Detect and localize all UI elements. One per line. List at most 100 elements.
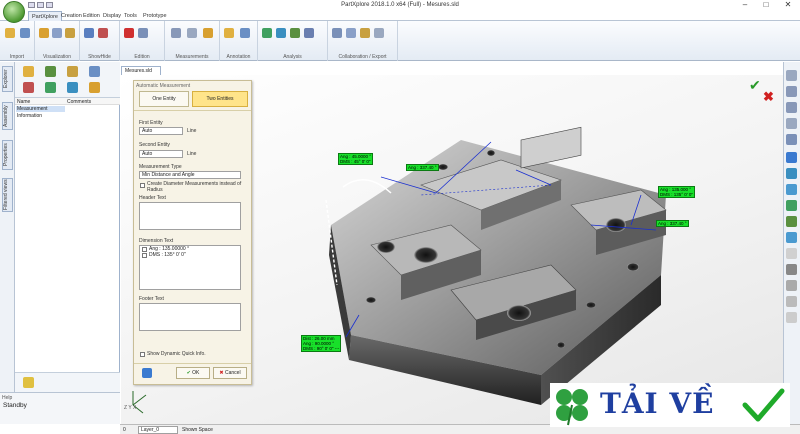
ribbon-group-label: ShowHide: [88, 54, 111, 60]
import-icon[interactable]: [20, 28, 30, 38]
save-icon[interactable]: [28, 2, 35, 8]
open-icon[interactable]: [5, 28, 15, 38]
annotation-angle-2[interactable]: Ang : 337.40 °: [406, 164, 439, 171]
ribbon-group-label: Edition: [134, 54, 150, 60]
filter-icon[interactable]: [67, 82, 78, 93]
volume-icon[interactable]: [290, 28, 300, 38]
first-entity-select[interactable]: Auto: [139, 127, 183, 135]
pan-icon[interactable]: [786, 134, 797, 145]
dimension-text-area[interactable]: Ang : 135.00000 ° DMS : 135° 0' 0": [139, 245, 241, 290]
share-icon[interactable]: [346, 28, 356, 38]
document-tab[interactable]: Mesures.sld: [121, 66, 161, 75]
note-icon[interactable]: [224, 28, 234, 38]
one-entity-button[interactable]: One Entity: [139, 91, 189, 107]
list-item-measurement[interactable]: Measurement: [16, 106, 65, 112]
help-label: Help: [2, 395, 13, 401]
minimize-button[interactable]: –: [735, 0, 755, 11]
view-right-icon[interactable]: [786, 184, 797, 195]
cancel-label: Cancel: [225, 370, 241, 376]
diameter-checkbox[interactable]: [140, 183, 145, 188]
color-icon[interactable]: [23, 82, 34, 93]
label-icon[interactable]: [240, 28, 250, 38]
view-left-icon[interactable]: [786, 216, 797, 227]
show-info-checkbox[interactable]: [140, 352, 145, 357]
analysis-icon[interactable]: [262, 28, 272, 38]
print-icon[interactable]: [360, 28, 370, 38]
view-top-icon[interactable]: [786, 168, 797, 179]
shaded-icon[interactable]: [786, 264, 797, 275]
bottom-tool-icon[interactable]: [23, 377, 34, 388]
view-icon[interactable]: [39, 28, 49, 38]
tab-assembly[interactable]: Assembly: [2, 102, 13, 130]
ribbon-group-label: Analysis: [283, 54, 302, 60]
ribbon-group-import: Import: [0, 21, 35, 61]
view-front-icon[interactable]: [786, 152, 797, 163]
annotation-line: DMS : 90° 0' 0" ---: [303, 346, 340, 351]
maximize-button[interactable]: □: [756, 0, 776, 11]
section-icon[interactable]: [65, 28, 75, 38]
show-icon[interactable]: [84, 28, 94, 38]
cancel-button[interactable]: ✖ Cancel: [213, 367, 247, 379]
sheet-icon[interactable]: [23, 66, 34, 77]
layer-select[interactable]: Layer_0: [138, 426, 178, 434]
layer-icon[interactable]: [45, 82, 56, 93]
compare-icon[interactable]: [276, 28, 286, 38]
zoom-fit-icon[interactable]: [786, 70, 797, 81]
ribbon-group-collaboration: Collaboration / Export: [328, 21, 398, 61]
header-text-area[interactable]: [139, 202, 241, 230]
zoom-in-icon[interactable]: [786, 86, 797, 97]
annotation-line: Ang : 337.40 °: [658, 221, 687, 226]
tab-filtered-views[interactable]: Filtered views: [2, 178, 13, 212]
help-icon[interactable]: [142, 368, 152, 378]
wireframe-icon[interactable]: [786, 248, 797, 259]
second-entity-select[interactable]: Auto: [139, 150, 183, 158]
render-icon[interactable]: [52, 28, 62, 38]
delete-icon[interactable]: [124, 28, 134, 38]
annotation-angle-1[interactable]: Ang : 45.0000 ° DMS : 45° 0' 0": [338, 153, 374, 165]
tab-tools[interactable]: Tools: [121, 11, 140, 21]
dimension-line-checkbox[interactable]: [142, 252, 147, 258]
hide-icon[interactable]: [98, 28, 108, 38]
view-iso-icon[interactable]: [786, 200, 797, 211]
reject-x-icon[interactable]: ✖: [763, 89, 774, 105]
footer-text-area[interactable]: [139, 303, 241, 331]
export-icon[interactable]: [332, 28, 342, 38]
distance-icon[interactable]: [187, 28, 197, 38]
tab-properties[interactable]: Properties: [2, 140, 13, 170]
tab-explorer[interactable]: Explorer: [2, 66, 13, 92]
measure-icon[interactable]: [171, 28, 181, 38]
accept-check-icon[interactable]: ✔: [749, 77, 761, 94]
redo-icon[interactable]: [46, 2, 53, 8]
ok-button[interactable]: ✔ OK: [176, 367, 210, 379]
draft-icon[interactable]: [304, 28, 314, 38]
zoom-out-icon[interactable]: [786, 102, 797, 113]
left-panel-bottom: [15, 372, 120, 392]
angle-icon[interactable]: [203, 28, 213, 38]
tab-prototype[interactable]: Prototype: [140, 11, 170, 21]
annotation-angle-4[interactable]: Ang : 337.40 °: [656, 220, 689, 227]
tab-partxplore[interactable]: PartXplore: [28, 11, 62, 21]
app-logo-button[interactable]: [3, 1, 25, 23]
two-entities-button[interactable]: Two Entities: [192, 91, 248, 107]
annotation-distance[interactable]: Dist : 26.00 mm Ang : 90.0000 ° DMS : 90…: [301, 335, 342, 352]
measurement-type-select[interactable]: Min Distance and Angle: [139, 171, 241, 179]
space-label: Shown Space: [182, 427, 213, 433]
dimension-line-checkbox[interactable]: [142, 246, 147, 252]
edit-icon[interactable]: [138, 28, 148, 38]
status-text: Standby: [3, 402, 27, 409]
annotation-angle-3[interactable]: Ang : 135.000 ° DMS : 135° 0' 0": [658, 186, 696, 198]
axis-icon[interactable]: [67, 66, 78, 77]
settings-icon[interactable]: [786, 312, 797, 323]
folder-icon[interactable]: [89, 82, 100, 93]
report-icon[interactable]: [374, 28, 384, 38]
plane-icon[interactable]: [45, 66, 56, 77]
point-icon[interactable]: [89, 66, 100, 77]
measurement-type-label: Measurement Type: [139, 164, 182, 170]
grid-icon[interactable]: [786, 296, 797, 307]
hidden-lines-icon[interactable]: [786, 280, 797, 291]
undo-icon[interactable]: [37, 2, 44, 8]
view-back-icon[interactable]: [786, 232, 797, 243]
list-item-information[interactable]: Information: [16, 113, 119, 119]
close-window-button[interactable]: ✕: [778, 0, 798, 11]
zoom-window-icon[interactable]: [786, 118, 797, 129]
